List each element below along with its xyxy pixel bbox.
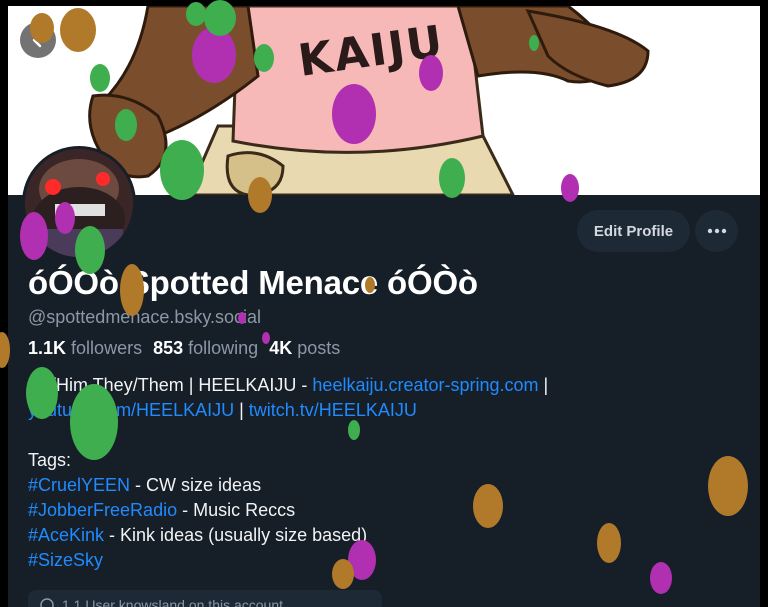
bio-separator: | xyxy=(234,400,249,420)
posts-label: posts xyxy=(297,338,341,358)
profile-stats: 1.1K followers 853 following 4K posts xyxy=(28,338,340,359)
following-label: following xyxy=(188,338,259,358)
following-count: 853 xyxy=(153,338,184,358)
hashtag-link[interactable]: #CruelYEEN xyxy=(28,475,130,495)
handle: @spottedmenace.bsky.social xyxy=(28,307,262,327)
display-name: óÓÒò Spotted Menace óÓÒò xyxy=(28,264,478,301)
avatar[interactable] xyxy=(22,146,136,260)
bio-link-twitch[interactable]: twitch.tv/HEELKAIJU xyxy=(249,400,417,420)
hashtag-description: - Kink ideas (usually size based) xyxy=(104,525,368,545)
followers-count: 1.1K xyxy=(28,338,67,358)
back-button[interactable] xyxy=(20,22,56,58)
hashtag-description: - Music Reccs xyxy=(177,500,296,520)
bio-text: He/Him They/Them | HEELKAIJU - xyxy=(28,375,313,395)
info-icon xyxy=(40,598,54,607)
edit-profile-button[interactable]: Edit Profile xyxy=(577,210,690,252)
hashtag-description: - CW size ideas xyxy=(130,475,262,495)
known-followers-pill[interactable]: 1 1 User knowsland on this account xyxy=(28,590,382,607)
ellipsis-icon xyxy=(707,228,726,234)
tags-heading: Tags: xyxy=(28,450,72,470)
followers-label: followers xyxy=(71,338,143,358)
profile-screen: KAIJU Edit Profile óÓÒò Spotted Menace ó… xyxy=(8,6,760,607)
posts-stat: 4K posts xyxy=(269,338,340,358)
more-options-button[interactable] xyxy=(695,210,738,252)
bio-link-store[interactable]: heelkaiju.creator-spring.com xyxy=(312,375,538,395)
edit-profile-label: Edit Profile xyxy=(593,222,674,240)
chevron-left-icon xyxy=(32,32,42,48)
avatar-image xyxy=(25,149,133,257)
bio-separator: | xyxy=(538,375,549,395)
followers-link[interactable]: 1.1K followers xyxy=(28,338,142,358)
following-link[interactable]: 853 following xyxy=(153,338,258,358)
hashtag-link[interactable]: #JobberFreeRadio xyxy=(28,500,177,520)
bio-link-youtube[interactable]: youtube.com/HEELKAIJU xyxy=(28,400,234,420)
profile-bio: He/Him They/Them | HEELKAIJU - heelkaiju… xyxy=(28,373,748,573)
posts-count: 4K xyxy=(269,338,293,358)
known-followers-text: 1 1 User knowsland on this account xyxy=(62,597,284,607)
hashtag-link[interactable]: #AceKink xyxy=(28,525,104,545)
hashtag-link[interactable]: #SizeSky xyxy=(28,550,103,570)
